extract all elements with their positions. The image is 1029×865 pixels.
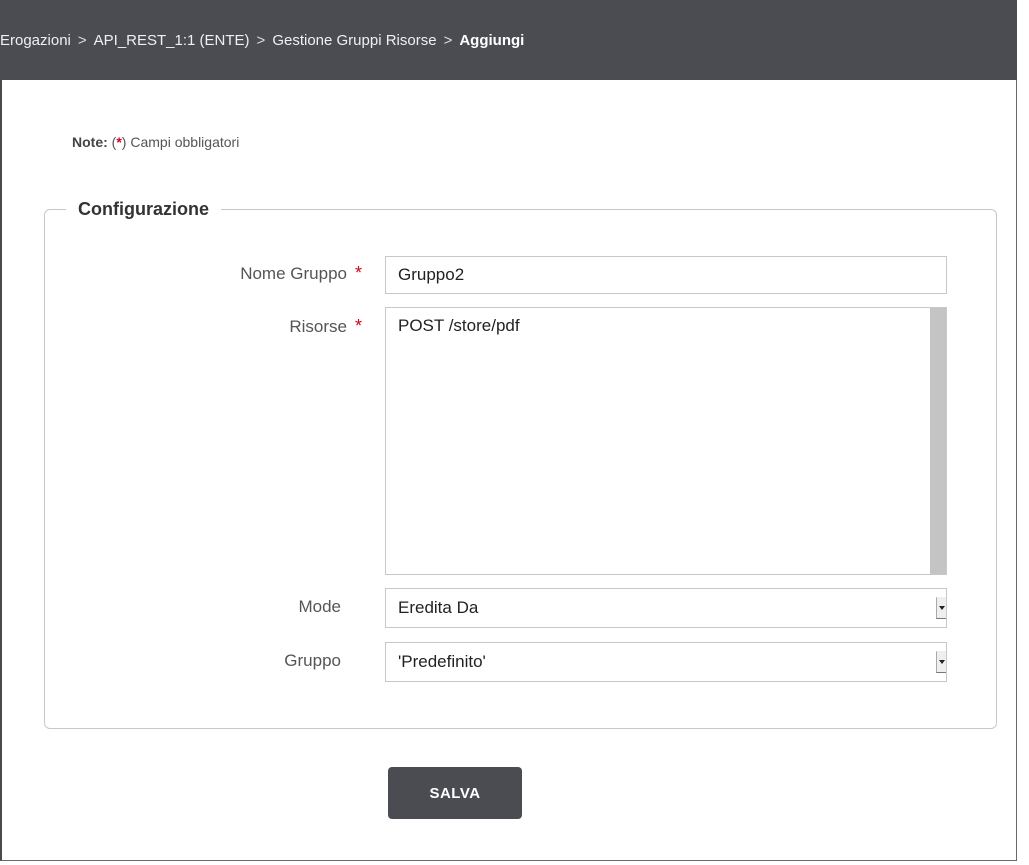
mode-select[interactable]: Eredita Da [385, 588, 947, 628]
gruppo-select[interactable]: 'Predefinito' [385, 642, 947, 682]
risorse-option[interactable]: POST /store/pdf [398, 316, 520, 336]
breadcrumb-item-api[interactable]: API_REST_1:1 (ENTE) [94, 32, 250, 49]
required-star: * [354, 316, 362, 336]
risorse-label-text: Risorse [289, 317, 347, 336]
breadcrumb-current: Aggiungi [459, 31, 525, 49]
risorse-multiselect[interactable]: POST /store/pdf [385, 307, 947, 575]
breadcrumb-item-gestione-gruppi[interactable]: Gestione Gruppi Risorse [272, 32, 436, 49]
required-note: Note: (*) Campi obbligatori [72, 134, 239, 150]
note-paren-close: ) [121, 134, 127, 150]
breadcrumb-separator: > [256, 31, 266, 49]
fieldset-legend: Configurazione [66, 199, 221, 220]
required-star: * [354, 263, 362, 283]
breadcrumb-separator: > [77, 31, 87, 49]
breadcrumb-item-erogazioni[interactable]: Erogazioni [0, 32, 71, 49]
mode-label: Mode [298, 597, 341, 616]
gruppo-select-value: 'Predefinito' [398, 652, 486, 671]
save-button[interactable]: SALVA [388, 767, 522, 819]
chevron-down-icon[interactable] [936, 597, 946, 619]
note-label: Note: [72, 134, 108, 150]
nome-gruppo-input[interactable]: Gruppo2 [385, 256, 947, 294]
breadcrumb: Erogazioni > API_REST_1:1 (ENTE) > Gesti… [0, 0, 1017, 80]
breadcrumb-separator: > [443, 31, 453, 49]
note-text: Campi obbligatori [130, 134, 240, 150]
chevron-down-icon[interactable] [936, 651, 946, 673]
nome-gruppo-label: Nome Gruppo * [82, 263, 362, 284]
risorse-label: Risorse * [82, 316, 362, 337]
mode-select-value: Eredita Da [398, 598, 479, 617]
risorse-scrollbar[interactable] [930, 308, 946, 574]
gruppo-label: Gruppo [284, 651, 341, 670]
nome-gruppo-label-text: Nome Gruppo [240, 264, 347, 283]
